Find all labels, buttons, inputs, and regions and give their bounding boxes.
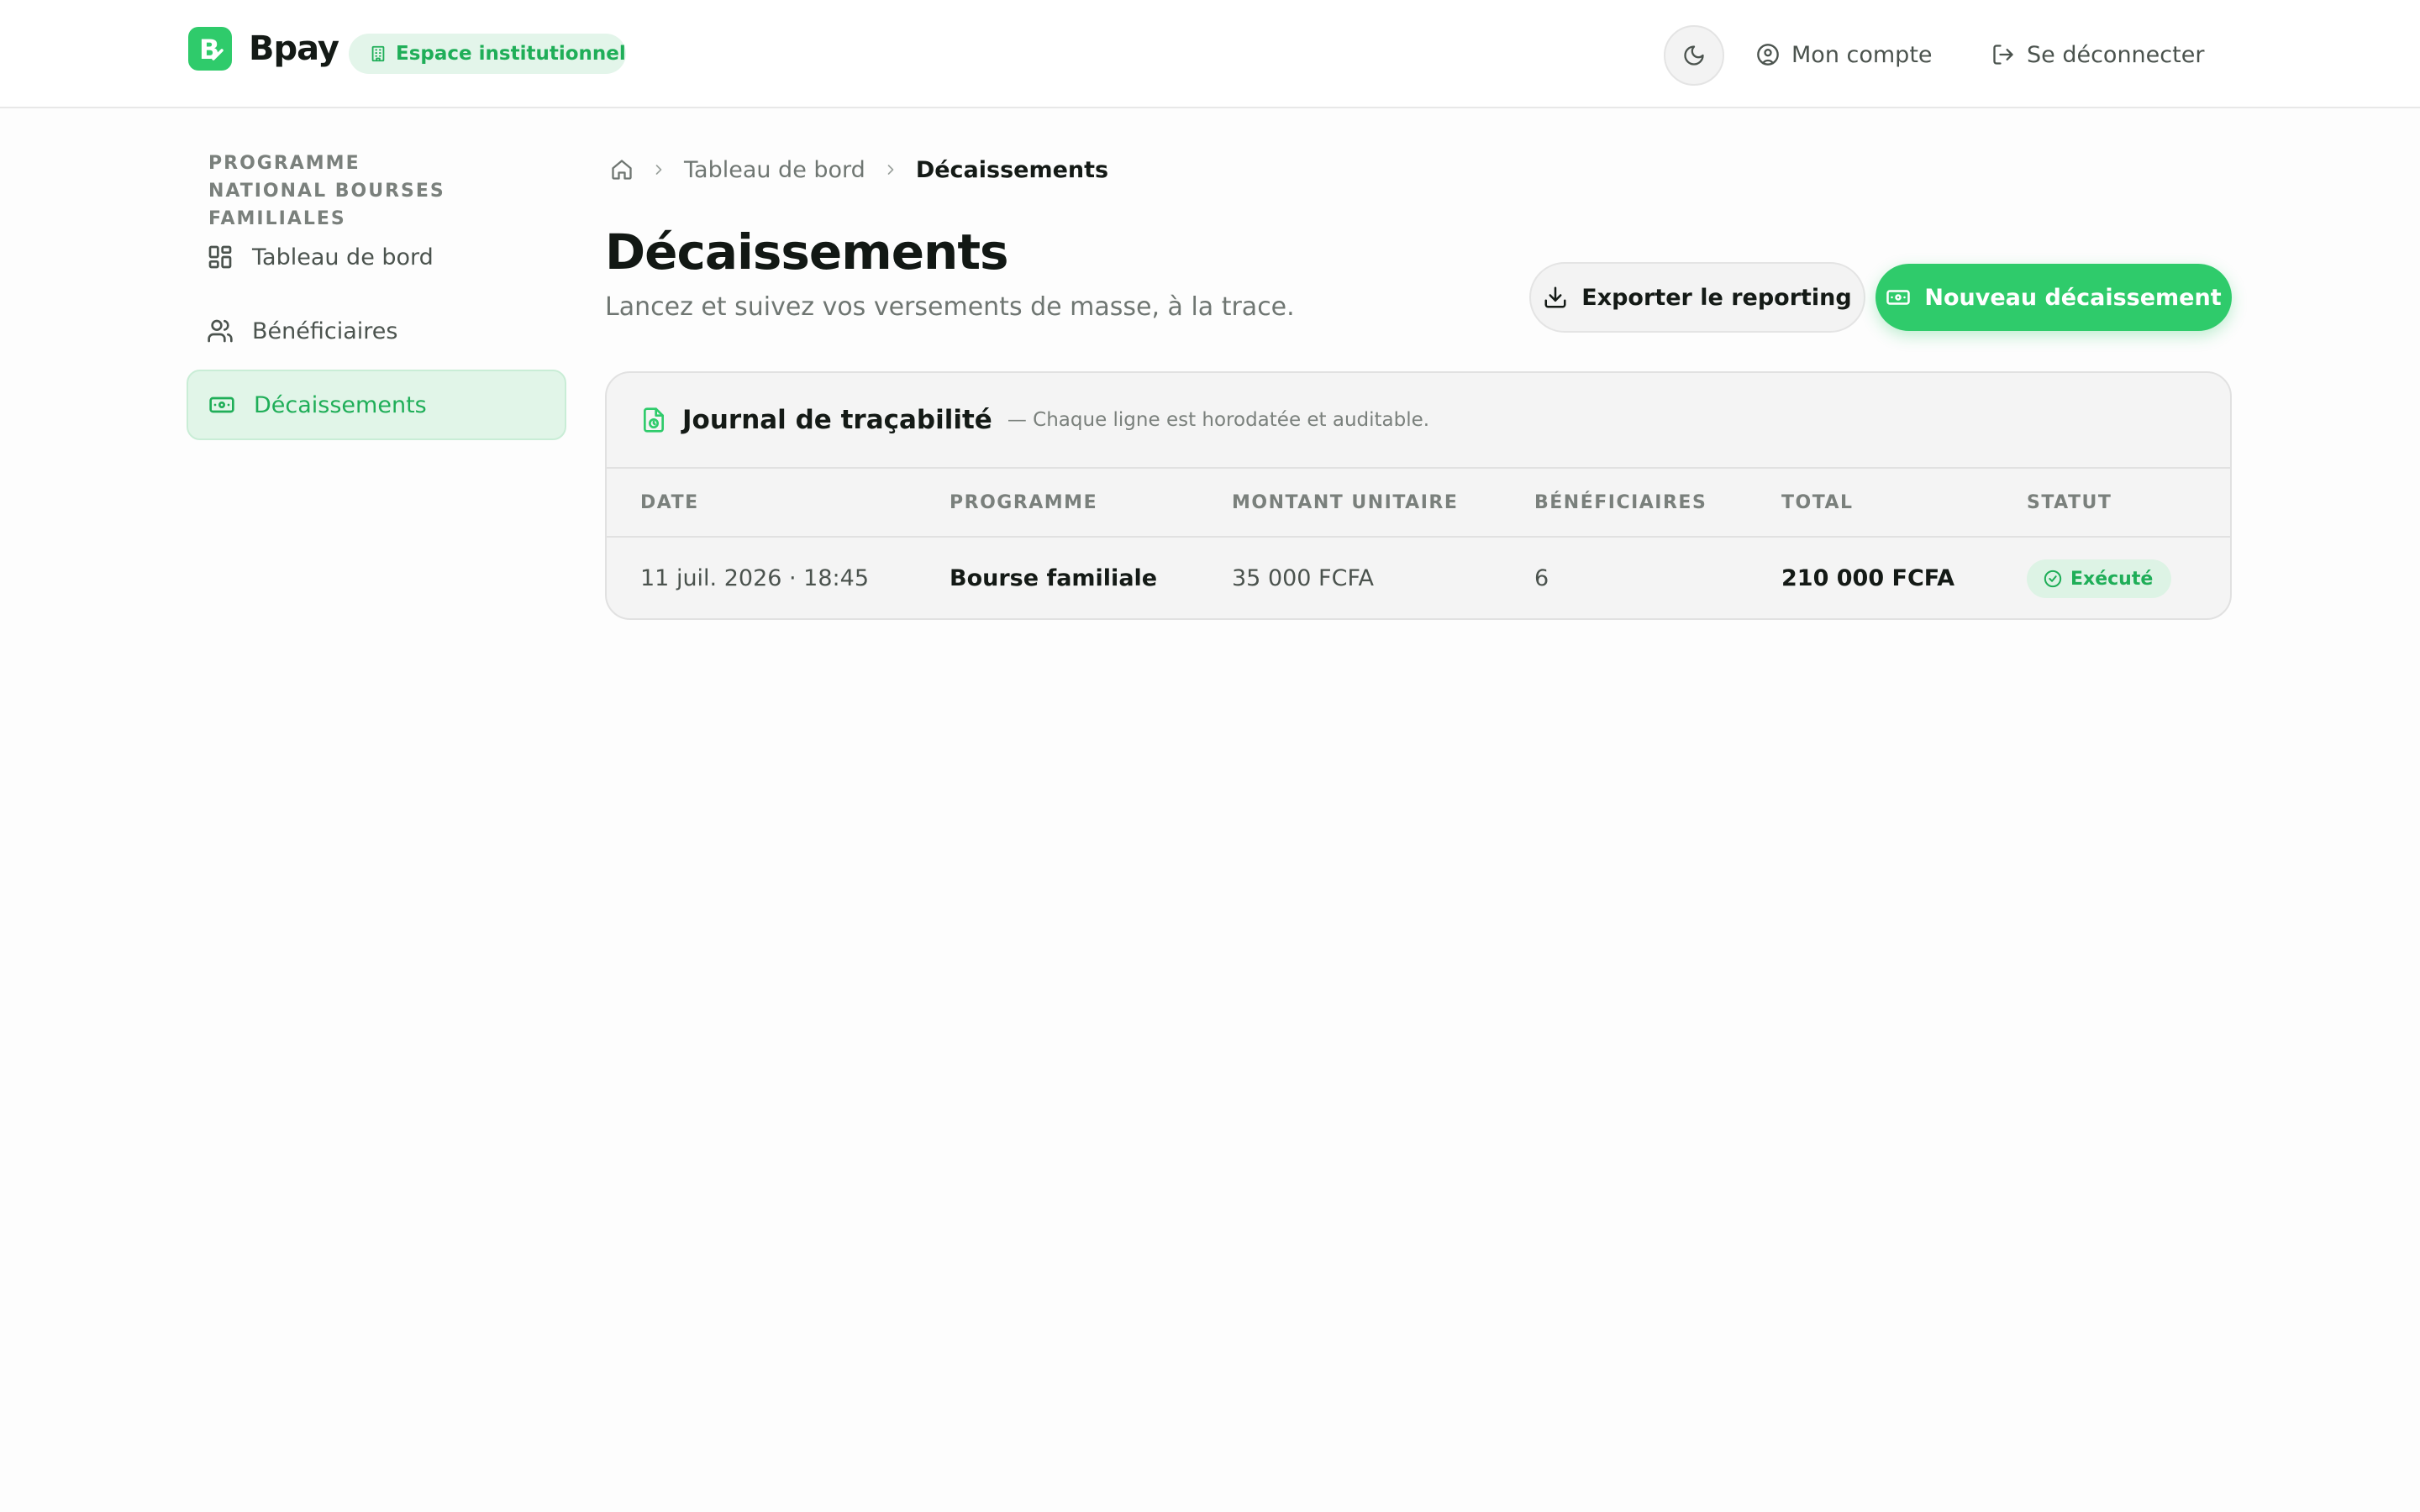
sidebar-item-beneficiaires[interactable]: Bénéficiaires <box>187 296 566 366</box>
sidebar-program-title: PROGRAMME NATIONAL BOURSES FAMILIALES <box>208 153 445 229</box>
logout-link[interactable]: Se déconnecter <box>1991 34 2204 76</box>
account-label: Mon compte <box>1791 41 1933 68</box>
table-row[interactable]: 11 juil. 2026 · 18:45 Bourse familiale 3… <box>607 538 2230 618</box>
chevron-right-icon <box>882 161 899 178</box>
check-circle-icon <box>2044 570 2062 588</box>
moon-icon <box>1682 44 1706 67</box>
status-label: Exécuté <box>2070 568 2154 590</box>
users-icon <box>207 318 234 344</box>
column-header-programme: PROGRAMME <box>950 492 1098 513</box>
breadcrumb-current: Décaissements <box>915 156 1109 183</box>
journal-title: Journal de traçabilité <box>682 405 992 435</box>
theme-toggle-button[interactable] <box>1664 25 1724 86</box>
status-badge: Exécuté <box>2027 559 2171 598</box>
user-circle-icon <box>1756 43 1780 66</box>
espace-badge-label: Espace institutionnel <box>396 43 626 65</box>
journal-subtitle: — Chaque ligne est horodatée et auditabl… <box>1007 409 1430 431</box>
journal-card: Journal de traçabilité — Chaque ligne es… <box>605 371 2232 620</box>
home-icon[interactable] <box>610 158 634 181</box>
cell-beneficiaires: 6 <box>1534 565 1549 591</box>
column-header-date: DATE <box>640 492 699 513</box>
export-button-label: Exporter le reporting <box>1581 284 1852 311</box>
account-link[interactable]: Mon compte <box>1756 34 1933 76</box>
breadcrumb: Tableau de bord Décaissements <box>610 153 1108 186</box>
chevron-right-icon <box>650 161 667 178</box>
svg-text:B: B <box>199 34 219 66</box>
sidebar-item-decaissements[interactable]: Décaissements <box>187 370 566 440</box>
column-header-total: TOTAL <box>1781 492 1854 513</box>
top-header: B Bpay Espace institutionnel Mon compte … <box>0 0 2420 108</box>
download-icon <box>1543 285 1568 310</box>
sidebar-item-label: Décaissements <box>254 391 427 418</box>
sidebar-item-label: Bénéficiaires <box>252 318 398 344</box>
cell-montant-unitaire: 35 000 FCFA <box>1232 565 1374 591</box>
journal-card-header: Journal de traçabilité — Chaque ligne es… <box>607 373 2230 469</box>
bpay-logo-icon[interactable]: B <box>188 27 232 71</box>
column-header-montant-unitaire: MONTANT UNITAIRE <box>1232 492 1459 513</box>
file-clock-icon <box>640 407 667 433</box>
export-reporting-button[interactable]: Exporter le reporting <box>1529 262 1865 333</box>
building-icon <box>369 45 387 63</box>
cell-total: 210 000 FCFA <box>1781 565 1955 591</box>
banknote-icon <box>1886 285 1911 310</box>
cell-programme: Bourse familiale <box>950 565 1158 591</box>
page-subtitle: Lancez et suivez vos versements de masse… <box>605 292 1295 322</box>
column-header-statut: STATUT <box>2027 492 2112 513</box>
page-title: Décaissements <box>605 223 1009 281</box>
sidebar-item-label: Tableau de bord <box>252 244 434 270</box>
espace-institutionnel-badge: Espace institutionnel <box>349 34 626 74</box>
new-disbursement-button[interactable]: Nouveau décaissement <box>1876 264 2232 331</box>
column-header-beneficiaires: BÉNÉFICIAIRES <box>1534 492 1707 513</box>
table-header-row: DATE PROGRAMME MONTANT UNITAIRE BÉNÉFICI… <box>607 469 2230 538</box>
logout-icon <box>1991 43 2015 66</box>
new-button-label: Nouveau décaissement <box>1924 284 2222 311</box>
banknote-icon <box>208 391 235 418</box>
brand-name[interactable]: Bpay <box>249 25 339 72</box>
breadcrumb-link-tableau-de-bord[interactable]: Tableau de bord <box>684 157 865 183</box>
sidebar-item-tableau-de-bord[interactable]: Tableau de bord <box>187 222 566 292</box>
cell-date: 11 juil. 2026 · 18:45 <box>640 565 869 591</box>
dashboard-icon <box>207 244 234 270</box>
logout-label: Se déconnecter <box>2027 41 2205 68</box>
